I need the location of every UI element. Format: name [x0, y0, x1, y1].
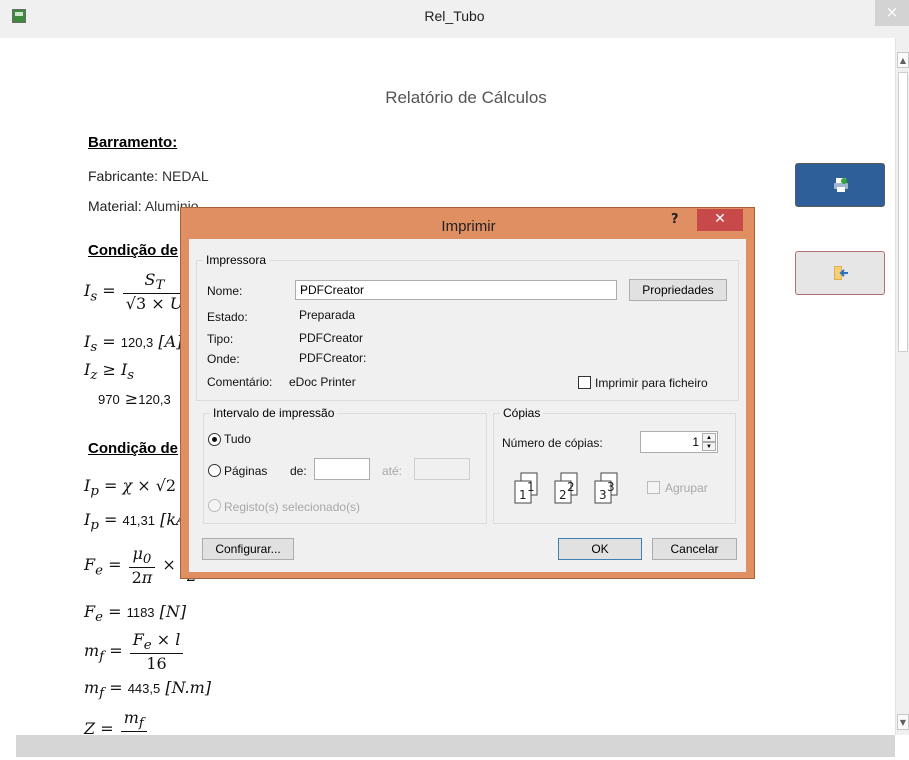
fabricante-value: NEDAL — [161, 168, 209, 184]
propriedades-button[interactable]: Propriedades — [629, 279, 727, 301]
eq-is-formula: Is = ST √3 × U — [84, 270, 188, 313]
num-copias-value: 1 — [692, 435, 699, 449]
status-strip — [16, 735, 895, 757]
svg-text:3: 3 — [607, 480, 615, 494]
eq-iz-condition: Iz ≥ Is — [84, 360, 135, 384]
window-title: Rel_Tubo — [424, 8, 485, 24]
tipo-value: PDFCreator — [299, 331, 364, 345]
mf-value: 443,5 — [127, 681, 161, 696]
comentario-value: eDoc Printer — [289, 375, 356, 389]
report-window: Rel_Tubo × Relatório de Cálculos Barrame… — [0, 0, 909, 760]
title-bar: Rel_Tubo × — [0, 0, 909, 38]
eq-mf-formula: mf = Fe × l 16 — [84, 630, 185, 673]
num-copias-label: Número de cópias: — [502, 436, 603, 450]
eq-iz-value: 970 ≥120,3 — [98, 389, 171, 408]
page-from-input[interactable] — [314, 458, 370, 480]
fe-value: 1183 — [126, 605, 155, 620]
page-to-input[interactable] — [414, 458, 470, 480]
range-group-label: Intervalo de impressão — [213, 406, 335, 420]
paginas-radio[interactable] — [208, 464, 221, 477]
scroll-thumb[interactable] — [898, 72, 908, 352]
dialog-close-button[interactable]: ✕ — [697, 209, 743, 231]
svg-text:2: 2 — [567, 480, 575, 494]
printer-select[interactable]: PDFCreator ⌄ — [295, 280, 617, 300]
eq-is-value: Is = 120,3 [A] — [84, 332, 183, 356]
scroll-down-arrow-icon[interactable]: ▼ — [897, 714, 909, 730]
registo-radio[interactable] — [208, 499, 221, 512]
printer-icon — [834, 178, 848, 192]
imprimir-ficheiro-checkbox[interactable] — [578, 376, 591, 389]
copies-group-label: Cópias — [503, 406, 541, 420]
tipo-label: Tipo: — [207, 332, 234, 346]
spin-up-icon[interactable]: ▲ — [702, 433, 716, 442]
eq-fe-value: Fe = 1183 [N] — [84, 602, 187, 626]
svg-text:3: 3 — [599, 488, 607, 502]
cancelar-button[interactable]: Cancelar — [652, 538, 737, 560]
eq-ip-value: Ip = 41,31 [kA] — [84, 510, 194, 534]
ate-label: até: — [382, 464, 403, 478]
section-barramento: Barramento: — [88, 134, 178, 151]
scroll-up-arrow-icon[interactable]: ▲ — [897, 52, 909, 68]
imprimir-ficheiro-label: Imprimir para ficheiro — [595, 376, 708, 390]
ip-value: 41,31 — [122, 513, 155, 528]
configurar-button[interactable]: Configurar... — [202, 538, 294, 560]
section-condicao-2: Condição de — [88, 440, 179, 457]
print-button[interactable] — [795, 163, 885, 207]
comentario-label: Comentário: — [207, 375, 273, 389]
dialog-title: Imprimir — [441, 218, 496, 235]
num-copias-stepper[interactable]: 1 ▲ ▼ — [640, 431, 718, 453]
nome-label: Nome: — [207, 284, 243, 298]
fabricante-line: Fabricante: NEDAL — [88, 168, 209, 184]
window-close-button[interactable]: × — [875, 0, 909, 26]
is-value: 120,3 — [120, 335, 154, 350]
printer-group-label: Impressora — [206, 253, 267, 267]
spin-down-icon[interactable]: ▼ — [702, 442, 716, 451]
estado-value: Preparada — [299, 308, 356, 322]
de-label: de: — [290, 464, 307, 478]
report-title: Relatório de Cálculos — [385, 88, 547, 107]
section-condicao-1: Condição de — [88, 242, 179, 259]
svg-text:2: 2 — [559, 488, 567, 502]
tudo-label: Tudo — [224, 432, 251, 446]
vertical-scrollbar[interactable]: ▲ ▼ — [895, 38, 909, 735]
agrupar-label: Agrupar — [665, 481, 708, 495]
onde-label: Onde: — [207, 352, 240, 366]
eq-z-formula: Z = mf — [84, 708, 149, 735]
fabricante-label: Fabricante: — [88, 168, 159, 184]
agrupar-checkbox[interactable] — [647, 481, 660, 494]
exit-button[interactable] — [795, 251, 885, 295]
onde-value: PDFCreator: — [299, 351, 367, 365]
print-dialog: Imprimir ? ✕ Impressora Nome: PDFCreator… — [180, 207, 755, 579]
material-label: Material: — [88, 198, 142, 214]
svg-text:1: 1 — [519, 488, 527, 502]
help-icon[interactable]: ? — [671, 212, 679, 227]
paginas-label: Páginas — [224, 464, 268, 478]
ok-button[interactable]: OK — [558, 538, 642, 560]
tudo-radio[interactable] — [208, 433, 221, 446]
svg-text:1: 1 — [527, 480, 535, 494]
chevron-down-icon: ⌄ — [300, 283, 309, 294]
eq-ip-formula: Ip = χ × √2 — [84, 476, 177, 500]
collate-pages-icon: 11 22 33 — [514, 472, 618, 504]
registo-label: Registo(s) selecionado(s) — [224, 500, 361, 514]
exit-icon — [834, 266, 848, 280]
dialog-body: Impressora Nome: PDFCreator ⌄ Propriedad… — [189, 239, 746, 572]
estado-label: Estado: — [207, 310, 248, 324]
eq-mf-value: mf = 443,5 [N.m] — [84, 678, 212, 702]
